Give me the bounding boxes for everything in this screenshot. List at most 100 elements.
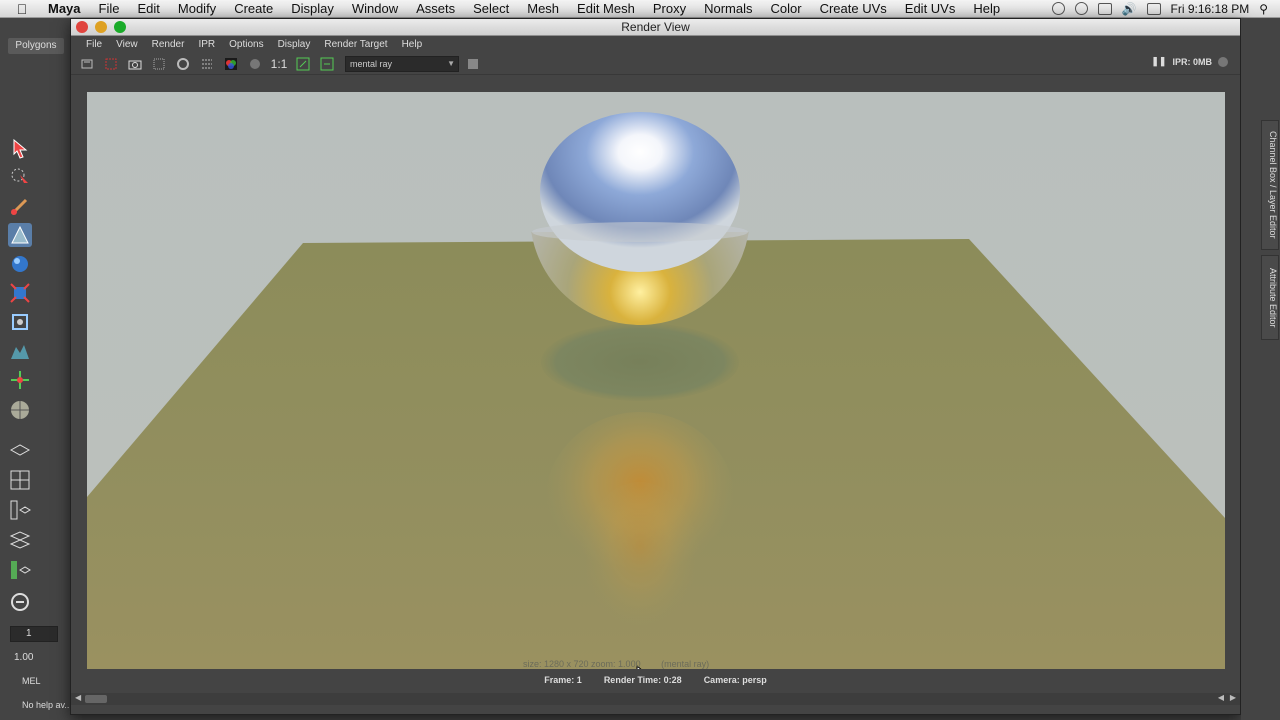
spotlight-search-icon[interactable]: ⚲	[1259, 2, 1268, 16]
rv-menu-options[interactable]: Options	[222, 39, 270, 50]
bluetooth-icon[interactable]	[1074, 2, 1088, 15]
rv-menu-render[interactable]: Render	[145, 39, 192, 50]
time-machine-icon[interactable]	[1051, 2, 1065, 15]
menu-file[interactable]: File	[90, 0, 129, 18]
soft-modification-icon[interactable]	[8, 339, 32, 363]
show-manipulator-icon[interactable]	[8, 368, 32, 392]
render-view-menubar: File View Render IPR Options Display Ren…	[71, 36, 1240, 53]
ipr-status-light-icon	[1218, 56, 1228, 67]
script-editor-icon[interactable]	[8, 590, 32, 614]
render-view-toolbar: 1:1 mental ray ▼	[71, 53, 1240, 75]
remove-image-icon[interactable]	[317, 55, 337, 73]
menu-assets[interactable]: Assets	[407, 0, 464, 18]
ipr-memory: IPR: 0MB	[1172, 56, 1212, 67]
rgb-channels-icon[interactable]	[221, 55, 241, 73]
menu-color[interactable]: Color	[762, 0, 811, 18]
minimize-window-icon[interactable]	[95, 21, 107, 33]
clock[interactable]: Fri 9:16:18 PM	[1171, 2, 1250, 16]
horizontal-scrollbar[interactable]: ◀ ◀ ▶	[71, 693, 1240, 705]
ipr-status: ❚❚ IPR: 0MB	[1151, 56, 1228, 67]
rv-menu-ipr[interactable]: IPR	[191, 39, 222, 50]
render-image[interactable]	[87, 92, 1225, 669]
menu-proxy[interactable]: Proxy	[644, 0, 695, 18]
mac-menubar:  Maya File Edit Modify Create Display W…	[0, 0, 1280, 18]
scroll-left-end-icon[interactable]: ◀	[1218, 693, 1224, 702]
rv-menu-file[interactable]: File	[79, 39, 109, 50]
rv-menu-render-target[interactable]: Render Target	[317, 39, 394, 50]
render-size-info: size: 1280 x 720 zoom: 1.000 (mental ray…	[523, 659, 727, 669]
menu-create[interactable]: Create	[225, 0, 282, 18]
four-pane-layout-icon[interactable]	[8, 468, 32, 492]
mel-label[interactable]: MEL	[22, 676, 41, 686]
menu-create-uvs[interactable]: Create UVs	[811, 0, 896, 18]
keep-image-icon[interactable]	[293, 55, 313, 73]
move-tool-icon[interactable]	[8, 223, 32, 247]
scroll-left-icon[interactable]: ◀	[75, 693, 81, 702]
single-pane-layout-icon[interactable]	[8, 438, 32, 462]
render-view-window: Render View File View Render IPR Options…	[70, 18, 1241, 715]
battery-icon[interactable]	[1146, 2, 1161, 15]
graph-layout-icon[interactable]	[8, 528, 32, 552]
left-toolbox: Polygons	[0, 18, 70, 720]
menu-app[interactable]: Maya	[44, 0, 90, 18]
menu-display[interactable]: Display	[282, 0, 343, 18]
volume-icon[interactable]: 🔊	[1122, 2, 1137, 16]
bottom-left-panel: 1 1.00 MEL No help av...	[0, 620, 72, 720]
hypershade-layout-icon[interactable]	[8, 558, 32, 582]
value-field[interactable]: 1.00	[14, 652, 33, 663]
refresh-ipr-icon[interactable]	[173, 55, 193, 73]
menu-modify[interactable]: Modify	[169, 0, 225, 18]
render-settings-icon[interactable]	[197, 55, 217, 73]
renderer-value: mental ray	[350, 58, 393, 69]
frame-field[interactable]: 1	[10, 626, 58, 642]
menu-edit-mesh[interactable]: Edit Mesh	[568, 0, 644, 18]
frame-info: Frame: 1	[544, 675, 582, 685]
real-size-button[interactable]: 1:1	[269, 55, 289, 73]
renderer-info-text: (mental ray)	[661, 659, 710, 669]
size-zoom-text: size: 1280 x 720 zoom: 1.000	[523, 659, 641, 669]
pause-icon[interactable]: ❚❚	[1151, 56, 1166, 67]
wifi-icon[interactable]	[1097, 2, 1112, 15]
attribute-editor-tab[interactable]: Attribute Editor	[1261, 255, 1279, 340]
globe-tool-icon[interactable]	[8, 398, 32, 422]
polygons-shelf-tab[interactable]: Polygons	[8, 38, 64, 54]
rv-menu-help[interactable]: Help	[395, 39, 430, 50]
scale-tool-icon[interactable]	[8, 281, 32, 305]
menu-select[interactable]: Select	[464, 0, 518, 18]
zoom-window-icon[interactable]	[114, 21, 126, 33]
caustic-tail	[580, 482, 700, 642]
menu-edit-uvs[interactable]: Edit UVs	[896, 0, 965, 18]
apple-icon[interactable]: 	[0, 1, 44, 17]
alpha-channel-icon[interactable]	[245, 55, 265, 73]
render-region-icon[interactable]	[101, 55, 121, 73]
redo-render-icon[interactable]	[77, 55, 97, 73]
window-title: Render View	[621, 20, 690, 34]
scroll-right-icon[interactable]: ▶	[1230, 693, 1236, 702]
menu-help[interactable]: Help	[964, 0, 1009, 18]
sphere-shadow	[541, 323, 739, 401]
universal-manipulator-icon[interactable]	[8, 310, 32, 334]
menu-normals[interactable]: Normals	[695, 0, 761, 18]
paint-select-icon[interactable]	[8, 194, 32, 218]
outliner-layout-icon[interactable]	[8, 498, 32, 522]
render-status-bar: Frame: 1 Render Time: 0:28 Camera: persp	[71, 672, 1240, 688]
chevron-down-icon: ▼	[447, 58, 455, 68]
renderer-dropdown[interactable]: mental ray ▼	[345, 55, 459, 72]
lasso-tool-icon[interactable]	[8, 165, 32, 189]
select-tool-icon[interactable]	[8, 136, 32, 160]
rv-menu-view[interactable]: View	[109, 39, 145, 50]
rendered-scene	[87, 92, 1225, 669]
close-window-icon[interactable]	[76, 21, 88, 33]
menu-edit[interactable]: Edit	[128, 0, 168, 18]
menu-window[interactable]: Window	[343, 0, 407, 18]
render-view-titlebar[interactable]: Render View	[71, 19, 1240, 36]
channel-box-tab[interactable]: Channel Box / Layer Editor	[1261, 120, 1279, 250]
ipr-render-icon[interactable]	[149, 55, 169, 73]
render-time-info: Render Time: 0:28	[603, 675, 682, 685]
snapshot-icon[interactable]	[125, 55, 145, 73]
render-layer-icon[interactable]	[463, 55, 483, 73]
rotate-tool-icon[interactable]	[8, 252, 32, 276]
scrollbar-thumb[interactable]	[85, 695, 107, 703]
menu-mesh[interactable]: Mesh	[518, 0, 568, 18]
rv-menu-display[interactable]: Display	[271, 39, 318, 50]
